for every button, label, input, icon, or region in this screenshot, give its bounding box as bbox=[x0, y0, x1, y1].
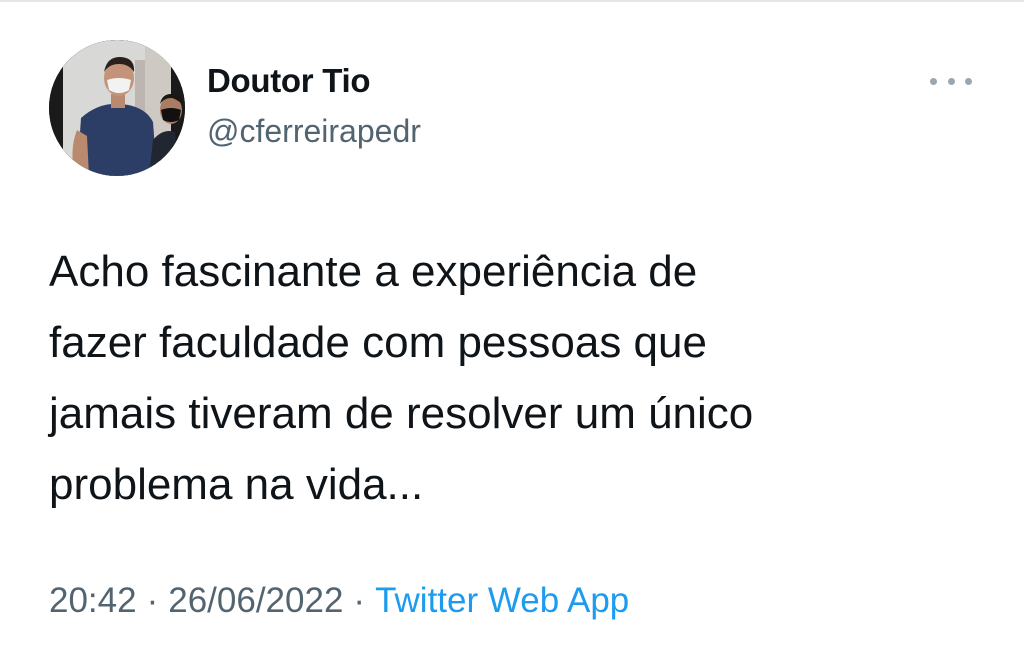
tweet-text-line: problema na vida... bbox=[49, 460, 424, 509]
more-options-button[interactable] bbox=[928, 66, 974, 96]
separator: · bbox=[353, 581, 366, 620]
tweet-text-line: fazer faculdade com pessoas que bbox=[49, 318, 707, 367]
tweet-date[interactable]: 26/06/2022 bbox=[168, 581, 343, 620]
handle[interactable]: @cferreirapedr bbox=[207, 113, 421, 150]
display-name[interactable]: Doutor Tio bbox=[207, 62, 371, 100]
more-options-icon bbox=[947, 77, 955, 85]
more-options-icon bbox=[930, 77, 937, 85]
profile-photo-icon bbox=[49, 40, 185, 176]
separator: · bbox=[146, 581, 159, 620]
avatar[interactable] bbox=[49, 40, 185, 176]
source-link[interactable]: Twitter Web App bbox=[375, 581, 629, 620]
tweet-text-line: jamais tiveram de resolver um único bbox=[49, 389, 754, 438]
top-border bbox=[0, 0, 1024, 2]
tweet-time[interactable]: 20:42 bbox=[49, 581, 137, 620]
more-options-icon bbox=[965, 77, 972, 85]
tweet-text: Acho fascinante a experiência de fazer f… bbox=[49, 236, 949, 520]
tweet-text-line: Acho fascinante a experiência de bbox=[49, 247, 698, 296]
tweet-metadata: 20:42 · 26/06/2022 · Twitter Web App bbox=[49, 581, 629, 621]
